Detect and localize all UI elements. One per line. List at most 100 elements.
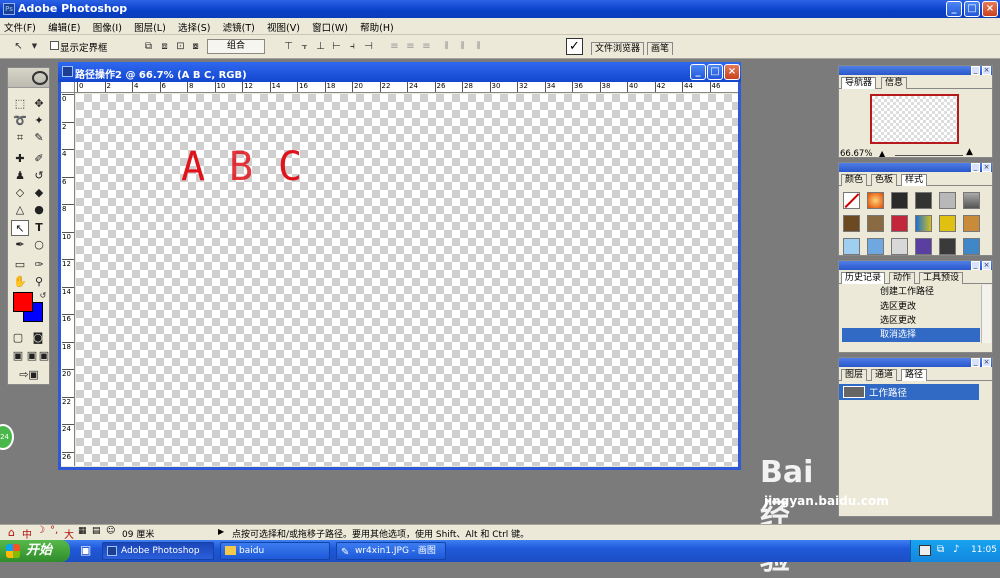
quickmask-mode-icon[interactable]: ◙ (29, 330, 47, 346)
foreground-color-top[interactable] (13, 292, 33, 312)
add-shape-icon[interactable]: ⧉ (142, 40, 155, 53)
hand-tool-icon[interactable]: ✋ (11, 274, 29, 290)
intersect-shape-icon[interactable]: ⊡ (174, 40, 187, 53)
slice-tool-icon[interactable]: ✎ (30, 130, 48, 146)
menu-image[interactable]: 图像(I) (89, 18, 127, 34)
tab-swatches[interactable]: 色板 (871, 174, 898, 186)
tab-paths[interactable]: 路径 (901, 369, 928, 381)
minimize-button[interactable]: _ (946, 1, 962, 17)
distribute-hcenter-icon[interactable]: ⦀ (456, 40, 469, 53)
navigator-zoom[interactable]: 66.67% (840, 149, 872, 159)
combine-button[interactable]: 组合 (207, 39, 265, 54)
bounding-box-checkbox[interactable] (50, 41, 59, 50)
path-selection-tool-icon[interactable]: ↖ (11, 220, 29, 236)
menu-layer[interactable]: 图层(L) (130, 18, 171, 34)
doc-maximize-button[interactable]: □ (707, 64, 723, 80)
distribute-bottom-icon[interactable]: ≡ (420, 40, 433, 53)
maximize-button[interactable]: □ (964, 1, 980, 17)
document-canvas[interactable]: A B C (76, 94, 738, 466)
panel-minimize-icon[interactable]: _ (971, 261, 980, 270)
show-desktop-icon[interactable]: ▣ (80, 543, 91, 557)
path-row[interactable]: 工作路径 (839, 384, 979, 400)
task-paint[interactable]: ✎ wr4xin1.JPG - 画图 (336, 542, 446, 560)
navigator-preview[interactable] (870, 94, 959, 144)
side-badge[interactable]: 24 (0, 424, 14, 450)
tab-styles[interactable]: 样式 (901, 174, 928, 186)
style-swatch[interactable] (963, 215, 980, 232)
menu-file[interactable]: 文件(F) (0, 18, 41, 34)
move-tool-icon[interactable]: ✥ (30, 96, 48, 112)
zoom-slider-track[interactable] (895, 155, 963, 156)
menu-edit[interactable]: 编辑(E) (44, 18, 85, 34)
dodge-tool-icon[interactable]: ● (30, 202, 48, 218)
panel-close-icon[interactable]: × (982, 261, 991, 270)
tab-history[interactable]: 历史记录 (841, 272, 886, 284)
lasso-tool-icon[interactable]: ➰ (11, 113, 29, 129)
menu-help[interactable]: 帮助(H) (356, 18, 399, 34)
path-select-tool-icon[interactable]: ↖ (12, 40, 25, 53)
tab-navigator[interactable]: 导航器 (841, 77, 877, 89)
crop-tool-icon[interactable]: ⌗ (11, 130, 29, 146)
history-item-selected[interactable]: 取消选择 (842, 328, 980, 342)
ime-tray-icon[interactable] (919, 545, 931, 556)
style-swatch[interactable] (915, 238, 932, 255)
panel-minimize-icon[interactable]: _ (971, 66, 980, 75)
style-swatch[interactable] (867, 215, 884, 232)
swap-colors-icon[interactable]: ↺ (34, 288, 52, 304)
history-item[interactable]: 选区更改 (842, 300, 980, 314)
paint-bucket-icon[interactable]: ◆ (30, 185, 48, 201)
panel-minimize-icon[interactable]: _ (971, 163, 980, 172)
style-swatch[interactable] (843, 238, 860, 255)
ime-punct-icon[interactable]: °, (50, 525, 58, 536)
ruler-origin[interactable] (61, 82, 75, 93)
magic-wand-icon[interactable]: ✦ (30, 113, 48, 129)
history-brush-icon[interactable]: ↺ (30, 168, 48, 184)
style-swatch[interactable] (891, 192, 908, 209)
subtract-shape-icon[interactable]: ⧈ (158, 40, 171, 53)
style-swatch[interactable] (915, 215, 932, 232)
well-tab-file-browser[interactable]: 文件浏览器 (591, 42, 645, 55)
tab-channels[interactable]: 通道 (871, 369, 898, 381)
history-item[interactable]: 创建工作路径 (842, 285, 980, 299)
doc-close-button[interactable]: × (724, 64, 740, 80)
jump-to-imageready-icon[interactable]: ⇨▣ (11, 367, 47, 383)
distribute-top-icon[interactable]: ≡ (388, 40, 401, 53)
style-swatch[interactable] (867, 192, 884, 209)
ime-width[interactable]: 大 (64, 526, 74, 541)
menu-view[interactable]: 视图(V) (263, 18, 305, 34)
task-folder[interactable]: baidu (220, 542, 330, 560)
align-bottom-icon[interactable]: ⊥ (314, 40, 327, 53)
well-tab-brushes[interactable]: 画笔 (647, 42, 674, 55)
align-top-icon[interactable]: ⊤ (282, 40, 295, 53)
brush-tool-icon[interactable]: ✐ (30, 151, 48, 167)
ime-mode[interactable]: 中 (22, 526, 32, 541)
standard-mode-icon[interactable]: ▢ (9, 330, 27, 346)
align-left-icon[interactable]: ⊢ (330, 40, 343, 53)
marquee-tool-icon[interactable]: ⬚ (11, 96, 29, 112)
close-button[interactable]: × (982, 1, 998, 17)
ime-icon[interactable]: ⌂ (8, 526, 15, 539)
ime-moon-icon[interactable]: ☽ (36, 525, 45, 536)
tab-tool-presets[interactable]: 工具预设 (919, 272, 964, 284)
style-swatch[interactable] (843, 215, 860, 232)
menu-filter[interactable]: 滤镜(T) (219, 18, 260, 34)
clock[interactable]: 11:05 (971, 545, 997, 555)
type-tool-icon[interactable]: T (30, 220, 48, 236)
eyedropper-tool-icon[interactable]: ✑ (30, 257, 48, 273)
align-right-icon[interactable]: ⊣ (362, 40, 375, 53)
history-scrollbar[interactable] (981, 285, 991, 343)
zoom-in-icon[interactable]: ▲ (966, 147, 973, 157)
notes-tool-icon[interactable]: ▭ (11, 257, 29, 273)
style-swatch[interactable] (963, 192, 980, 209)
tab-actions[interactable]: 动作 (889, 272, 916, 284)
zoom-out-icon[interactable]: ▲ (879, 149, 885, 158)
menu-select[interactable]: 选择(S) (174, 18, 215, 34)
keyboard-icon[interactable]: ▦ (78, 526, 87, 536)
panel-close-icon[interactable]: × (982, 66, 991, 75)
tab-color[interactable]: 颜色 (841, 174, 868, 186)
style-swatch[interactable] (939, 238, 956, 255)
blur-tool-icon[interactable]: △ (11, 202, 29, 218)
tab-info[interactable]: 信息 (881, 77, 908, 89)
panel-close-icon[interactable]: × (982, 163, 991, 172)
panel-close-icon[interactable]: × (982, 358, 991, 367)
